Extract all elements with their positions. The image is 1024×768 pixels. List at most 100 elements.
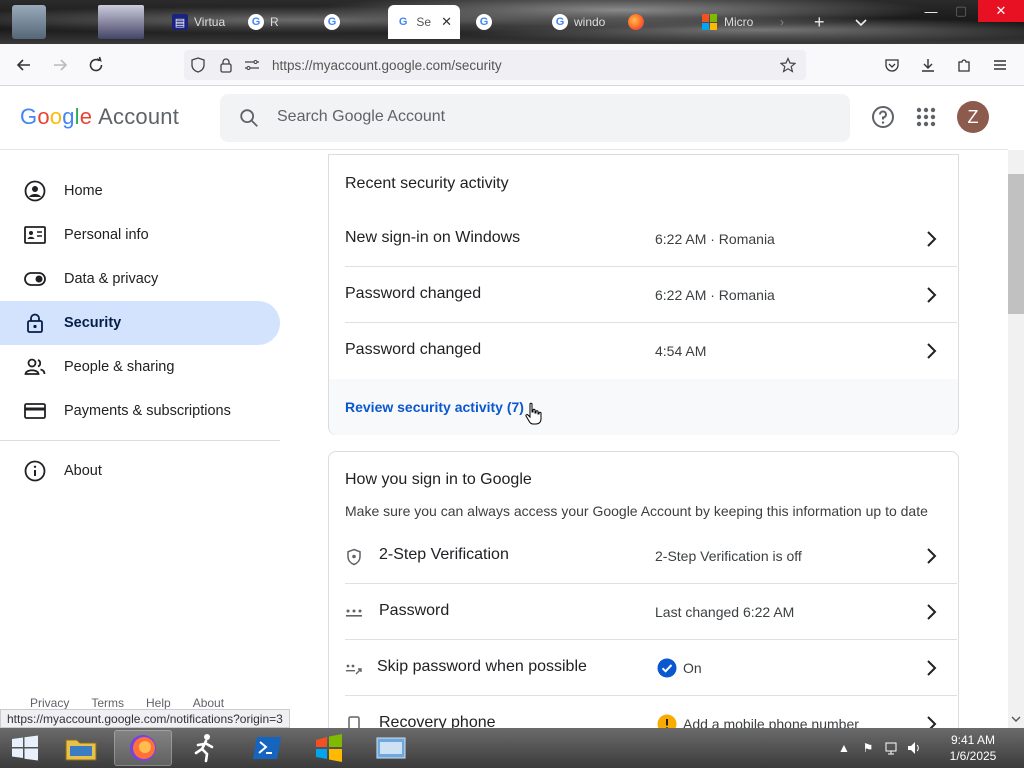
page-scrollbar-thumb[interactable]	[1008, 174, 1024, 314]
pocket-icon	[885, 59, 899, 72]
sidebar-footer: Privacy Terms Help About	[30, 696, 224, 710]
extensions-button[interactable]	[952, 53, 976, 77]
recent-security-activity-card: Recent security activity New sign-in on …	[328, 154, 959, 435]
windows-taskbar: ▲ ⚑ 9:41 AM 1/6/2025	[0, 728, 1024, 768]
sidebar-item-people-sharing[interactable]: People & sharing	[0, 345, 280, 389]
download-icon	[922, 59, 934, 72]
taskbar-firefox[interactable]	[114, 730, 172, 766]
tab-google-windows[interactable]: G windo	[544, 5, 613, 39]
help-icon[interactable]	[871, 105, 895, 129]
tracking-shield-icon[interactable]	[190, 57, 206, 73]
start-button[interactable]	[2, 730, 48, 766]
activity-row[interactable]: Password changed 4:54 AM	[345, 323, 957, 379]
tab-google-3[interactable]: G	[316, 5, 348, 39]
tab-firefox[interactable]	[620, 5, 652, 39]
taskbar-windows-app[interactable]	[300, 730, 358, 766]
sidebar-item-payments[interactable]: Payments & subscriptions	[0, 389, 280, 433]
pocket-button[interactable]	[880, 53, 904, 77]
scroll-down-icon[interactable]	[1011, 714, 1021, 724]
toggle-icon	[24, 272, 46, 286]
signin-row-skip-password[interactable]: Skip password when possible On	[345, 640, 957, 696]
passkey-icon	[346, 664, 362, 675]
signin-row-password[interactable]: Password Last changed 6:22 AM	[345, 584, 957, 640]
downloads-button[interactable]	[916, 53, 940, 77]
chevron-right-icon	[927, 287, 937, 303]
maximize-button[interactable]: ▢	[948, 0, 974, 22]
recycle-bin-desktop-icon	[4, 5, 54, 39]
sidebar-item-label: Data & privacy	[64, 271, 159, 287]
chevron-right-icon	[927, 548, 937, 564]
url-text: https://myaccount.google.com/security	[272, 57, 502, 73]
activity-row[interactable]: New sign-in on Windows 6:22 AM · Romania	[345, 211, 957, 267]
activity-row[interactable]: Password changed 6:22 AM · Romania	[345, 267, 957, 323]
taskbar-remote-app[interactable]	[362, 730, 420, 766]
tab-virtualbox[interactable]: ▤ Virtua	[164, 5, 233, 39]
avatar[interactable]: Z	[957, 101, 989, 133]
close-window-button[interactable]: ✕	[978, 0, 1024, 22]
volume-icon[interactable]	[906, 740, 922, 756]
tab-list-button[interactable]	[846, 5, 876, 39]
tab-google-r[interactable]: G R	[240, 5, 287, 39]
close-tab-icon[interactable]: ✕	[441, 14, 452, 30]
activity-label: New sign-in on Windows	[345, 229, 521, 246]
reload-button[interactable]	[84, 53, 108, 77]
google-apps-icon[interactable]	[915, 106, 937, 128]
windows-flag-icon	[316, 734, 342, 762]
bookmark-star-icon[interactable]	[780, 57, 796, 73]
sidebar-item-home[interactable]: Home	[0, 169, 280, 213]
search-box[interactable]: Search Google Account	[220, 94, 850, 142]
sidebar-item-label: About	[64, 463, 102, 479]
menu-button[interactable]	[988, 53, 1012, 77]
review-security-activity-link[interactable]: Review security activity (7)	[345, 399, 524, 415]
sidebar-item-about[interactable]: About	[0, 449, 280, 493]
lock-icon	[27, 313, 43, 333]
taskbar-powershell[interactable]	[238, 730, 296, 766]
taskbar-file-explorer[interactable]	[52, 730, 110, 766]
activity-time: 6:22 AM · Romania	[655, 231, 775, 247]
footer-terms-link[interactable]: Terms	[91, 696, 124, 710]
footer-about-link[interactable]: About	[193, 696, 224, 710]
sidebar-item-label: People & sharing	[64, 359, 175, 375]
footer-help-link[interactable]: Help	[146, 696, 171, 710]
tab-label: R	[270, 15, 279, 29]
tab-google-5[interactable]: G	[468, 5, 500, 39]
search-icon	[240, 109, 258, 127]
forward-button[interactable]	[48, 53, 72, 77]
windows-logo-icon	[12, 735, 38, 761]
sidebar-item-data-privacy[interactable]: Data & privacy	[0, 257, 280, 301]
taskbar-runner-app[interactable]	[176, 730, 234, 766]
footer-privacy-link[interactable]: Privacy	[30, 696, 69, 710]
sidebar-item-security[interactable]: Security	[0, 301, 280, 345]
tab-security-active[interactable]: G Se ✕	[388, 5, 460, 39]
signin-value: Last changed 6:22 AM	[655, 604, 795, 620]
action-center-flag-icon[interactable]: ⚑	[860, 740, 876, 756]
system-clock[interactable]: 9:41 AM 1/6/2025	[930, 732, 1016, 764]
site-permissions-icon[interactable]	[244, 57, 260, 73]
show-hidden-icons[interactable]: ▲	[836, 740, 852, 756]
tab-scroll-right-icon[interactable]: ›	[772, 5, 792, 39]
signin-row-2sv[interactable]: 2-Step Verification 2-Step Verification …	[345, 528, 957, 584]
google-account-logo[interactable]: Google Account	[20, 104, 179, 130]
reload-icon	[89, 56, 103, 72]
sidebar-item-label: Home	[64, 183, 103, 199]
sidebar-nav: Home Personal info Data & privacy Securi…	[0, 150, 290, 728]
clock-time: 9:41 AM	[950, 733, 996, 747]
minimize-button[interactable]: —	[916, 0, 946, 22]
account-wordmark: Account	[98, 104, 180, 129]
new-tab-button[interactable]: +	[806, 5, 833, 39]
window-app-icon	[376, 737, 406, 759]
network-icon[interactable]	[884, 740, 900, 756]
tab-microsoft[interactable]: Micro	[694, 5, 761, 39]
powershell-icon	[253, 737, 281, 759]
google-wordmark: Google	[20, 104, 93, 129]
lock-icon[interactable]	[218, 57, 234, 73]
signin-label: Skip password when possible	[377, 658, 587, 675]
home-icon	[24, 180, 46, 202]
status-url-tooltip: https://myaccount.google.com/notificatio…	[0, 709, 290, 728]
sidebar-item-label: Security	[64, 315, 122, 331]
arrow-right-icon	[54, 59, 68, 71]
back-button[interactable]	[12, 53, 36, 77]
microsoft-logo-icon	[702, 14, 718, 30]
sidebar-item-personal-info[interactable]: Personal info	[0, 213, 280, 257]
address-bar[interactable]: https://myaccount.google.com/security	[184, 50, 806, 80]
